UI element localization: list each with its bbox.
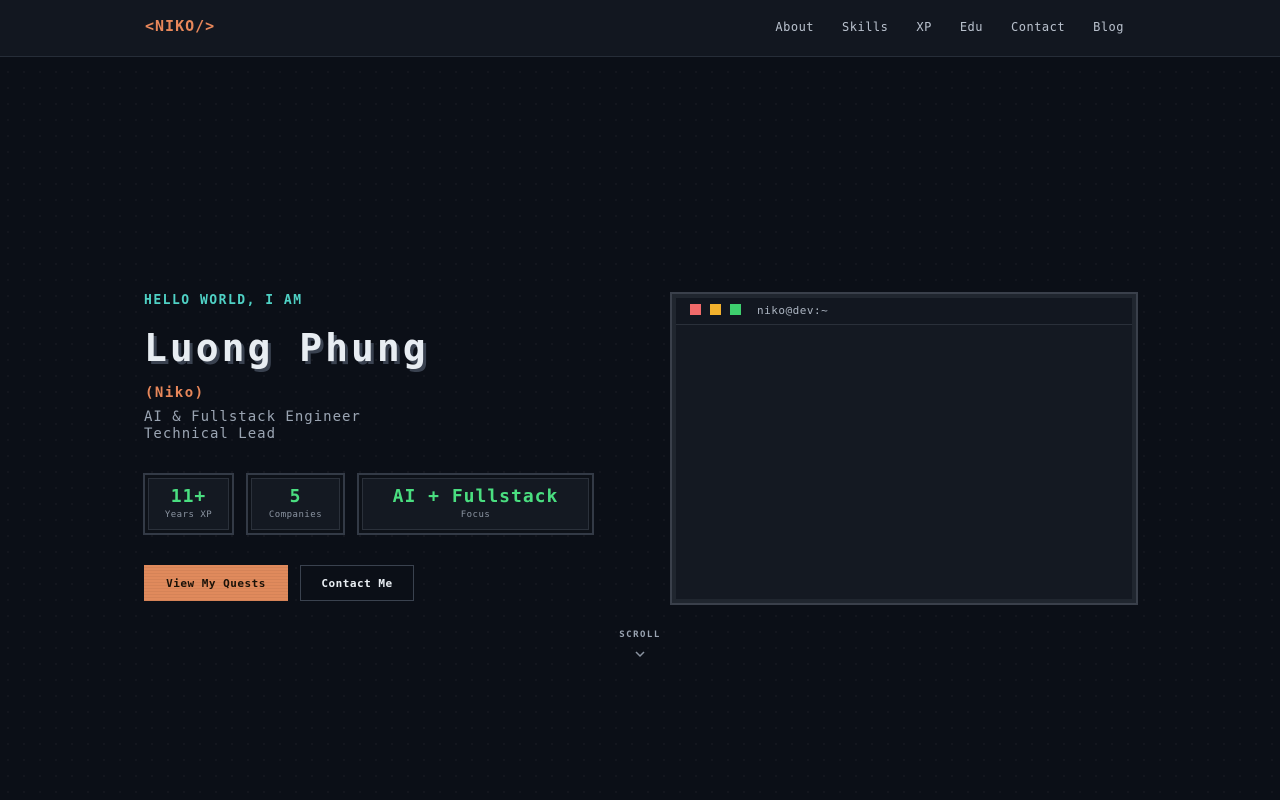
stat-value: 5 <box>289 486 302 507</box>
contact-me-button[interactable]: Contact Me <box>300 565 414 601</box>
terminal-window: niko@dev:~ <box>670 292 1138 605</box>
stat-value: AI + Fullstack <box>392 486 559 507</box>
hero-greeting: HELLO WORLD, I AM <box>144 293 303 308</box>
stat-label: Focus <box>460 510 491 520</box>
nav-link-xp[interactable]: XP <box>916 20 931 34</box>
terminal-title: niko@dev:~ <box>757 304 829 317</box>
nav-link-edu[interactable]: Edu <box>960 20 983 34</box>
close-dot-icon <box>690 304 701 315</box>
hero-role: Technical Lead <box>144 426 277 442</box>
hero-nickname: (Niko) <box>145 385 205 401</box>
stat-card-companies: 5 Companies <box>246 473 345 535</box>
top-nav: <NIKO/> About Skills XP Edu Contact Blog <box>0 0 1280 57</box>
hero-name: Luong Phung <box>144 326 429 370</box>
nav-links: About Skills XP Edu Contact Blog <box>775 20 1124 34</box>
stat-label: Companies <box>268 510 323 520</box>
hero-role: AI & Fullstack Engineer <box>144 409 361 425</box>
maximize-dot-icon <box>730 304 741 315</box>
scroll-indicator-label[interactable]: SCROLL <box>0 630 1280 640</box>
nav-link-about[interactable]: About <box>775 20 814 34</box>
site-logo[interactable]: <NIKO/> <box>145 17 215 35</box>
minimize-dot-icon <box>710 304 721 315</box>
nav-link-contact[interactable]: Contact <box>1011 20 1065 34</box>
chevron-down-icon[interactable] <box>634 650 646 658</box>
stat-card-focus: AI + Fullstack Focus <box>357 473 594 535</box>
nav-link-blog[interactable]: Blog <box>1093 20 1124 34</box>
stat-value: 11+ <box>170 486 207 507</box>
terminal-title-bar: niko@dev:~ <box>676 298 1132 325</box>
stat-label: Years XP <box>164 510 213 520</box>
view-quests-button[interactable]: View My Quests <box>144 565 288 601</box>
stat-card-years: 11+ Years XP <box>143 473 234 535</box>
terminal-body <box>676 326 1132 599</box>
nav-link-skills[interactable]: Skills <box>842 20 888 34</box>
